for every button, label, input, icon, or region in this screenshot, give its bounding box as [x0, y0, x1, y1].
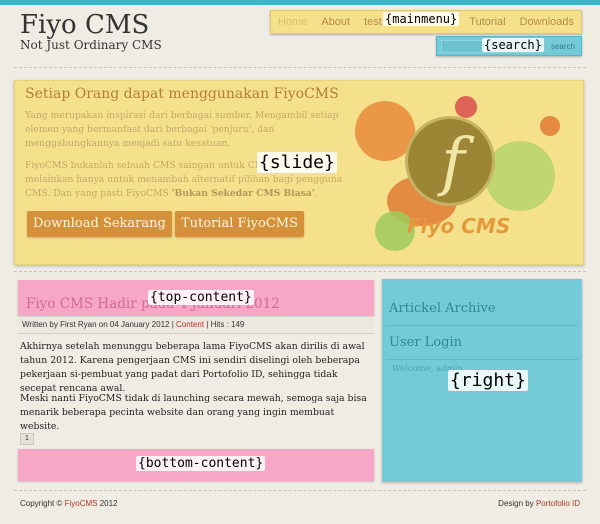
top-accent-bar: [0, 0, 600, 5]
slide-heading: Setiap Orang dapat menggunakan FiyoCMS: [25, 86, 339, 102]
menu-item-tutorial[interactable]: Tutorial: [462, 16, 512, 28]
top-content-placeholder: {top-content}: [148, 290, 254, 305]
site-title[interactable]: Fiyo CMS: [20, 10, 149, 40]
archive-widget-title[interactable]: Artickel Archive: [389, 301, 496, 316]
divider: [14, 271, 586, 272]
meta-author: Written by First Ryan on 04 January 2012…: [22, 320, 174, 329]
divider: [14, 490, 586, 491]
site-tagline: Not Just Ordinary CMS: [20, 38, 162, 52]
slide-paragraph: Yang merupakan inspirasi dari berbagai s…: [25, 110, 339, 149]
logo-letter: f: [441, 125, 465, 199]
footer-portofolio-link[interactable]: Portofolio ID: [536, 499, 580, 508]
bottom-content-placeholder: {bottom-content}: [136, 456, 266, 471]
download-button[interactable]: Download Sekarang: [27, 211, 172, 237]
search-placeholder: {search}: [482, 38, 544, 52]
paint-splash: [540, 116, 560, 136]
menu-item-downloads[interactable]: Downloads: [513, 16, 581, 28]
paint-splash: [455, 96, 477, 118]
login-widget-title[interactable]: User Login: [389, 335, 462, 350]
tutorial-button[interactable]: Tutorial FiyoCMS: [175, 211, 305, 237]
slide-placeholder: {slide}: [257, 152, 337, 173]
menu-item-about[interactable]: About: [314, 16, 357, 28]
article-paragraph: Meski nanti FiyoCMS tidak di launching s…: [20, 393, 367, 432]
meta-category-link[interactable]: Content: [176, 320, 204, 329]
right-placeholder: {right}: [448, 370, 528, 391]
logo-wordmark: Fiyo CMS: [407, 214, 511, 238]
fiyo-logo-icon: f: [405, 116, 495, 206]
widget-divider: [386, 325, 578, 326]
mainmenu-placeholder: {mainmenu}: [383, 12, 460, 26]
widget-divider: [386, 359, 578, 360]
footer-copyright: Copyright © FiyoCMS 2012: [20, 499, 118, 508]
footer-design-credit: Design by Portofolio ID: [498, 499, 580, 508]
pagination-page[interactable]: 1: [20, 433, 34, 445]
meta-hits: | Hits : 149: [206, 320, 245, 329]
search-button[interactable]: search: [547, 40, 579, 53]
article-paragraph: Akhirnya setelah menunggu beberapa lama …: [20, 341, 365, 394]
divider: [14, 67, 586, 68]
footer-fiyocms-link[interactable]: FiyoCMS: [65, 499, 98, 508]
menu-item-home[interactable]: Home: [271, 16, 314, 28]
post-meta: Written by First Ryan on 04 January 2012…: [18, 316, 374, 334]
